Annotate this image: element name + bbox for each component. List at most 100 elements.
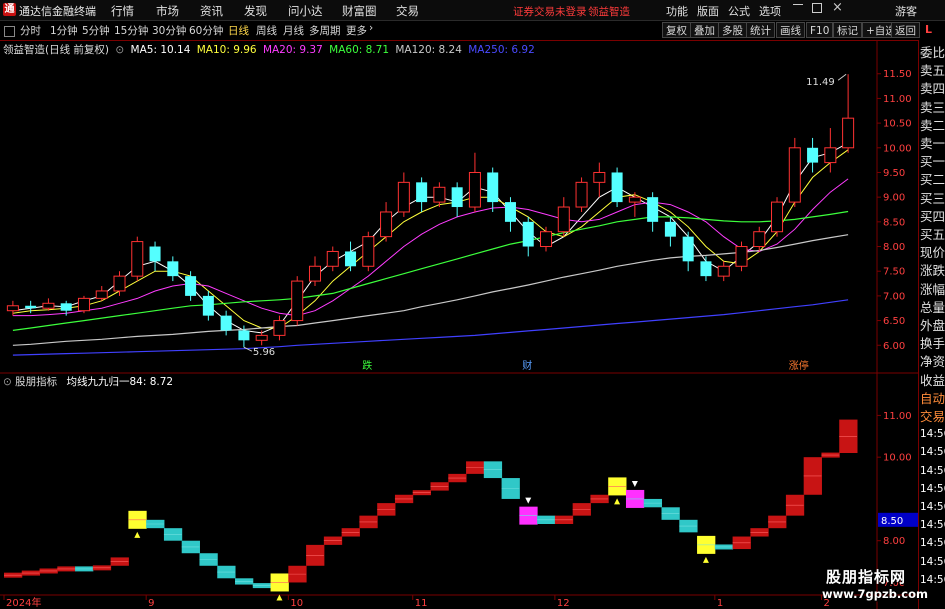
candle-body-5 bbox=[95, 290, 108, 299]
date-tick-label-5: 1 bbox=[717, 598, 723, 609]
candle-body-43 bbox=[771, 201, 784, 233]
period-1min[interactable]: 1分钟 bbox=[50, 23, 78, 38]
menu-trade[interactable]: 交易 bbox=[396, 3, 419, 19]
chart-toolbar: 分时 1分钟 5分钟 15分钟 30分钟 60分钟 日线 周线 月线 多周期 更… bbox=[0, 21, 945, 41]
menu-layout[interactable]: 版面 bbox=[697, 3, 719, 19]
menu-discover[interactable]: 发现 bbox=[244, 3, 267, 19]
statistics-button[interactable]: 统计 bbox=[746, 22, 775, 38]
side-panel-item-2[interactable]: 卖四 bbox=[920, 80, 945, 97]
app-name: 通达信金融终端 bbox=[19, 5, 96, 18]
candle-body-11 bbox=[202, 295, 214, 316]
overlay-button[interactable]: 叠加 bbox=[690, 22, 719, 38]
candle-body-46 bbox=[824, 147, 837, 164]
stock-period-label[interactable]: 领益智造(日线 前复权) bbox=[3, 44, 109, 56]
period-15min[interactable]: 15分钟 bbox=[114, 23, 148, 38]
side-panel-item-24[interactable]: 14:56 bbox=[920, 481, 945, 498]
candle-body-25 bbox=[451, 187, 463, 208]
side-panel-item-25[interactable]: 14:56 bbox=[920, 499, 945, 516]
trade-login-status[interactable]: 证券交易未登录 bbox=[513, 4, 587, 19]
candle-body-38 bbox=[682, 236, 694, 262]
event-marker-1: 跌 bbox=[362, 359, 372, 372]
side-panel-item-10[interactable]: 买五 bbox=[920, 226, 945, 243]
watermark-url: www.7gpzb.com bbox=[822, 587, 928, 601]
period-more[interactable]: 更多 bbox=[346, 23, 367, 38]
menu-options[interactable]: 选项 bbox=[759, 3, 781, 19]
period-multi[interactable]: 多周期 bbox=[309, 23, 341, 38]
menu-market[interactable]: 市场 bbox=[156, 3, 179, 19]
side-panel-item-3[interactable]: 卖三 bbox=[920, 99, 945, 116]
indicator-name[interactable]: 股朋指标 bbox=[15, 376, 57, 388]
candle-body-13 bbox=[238, 330, 250, 341]
candle-body-8 bbox=[149, 246, 161, 262]
multi-stock-button[interactable]: 多股 bbox=[718, 22, 747, 38]
period-daily[interactable]: 日线 bbox=[228, 23, 249, 38]
period-monthly[interactable]: 月线 bbox=[283, 23, 304, 38]
candle-body-33 bbox=[593, 171, 606, 183]
draw-button[interactable]: 画线 bbox=[776, 22, 805, 38]
candle-body-12 bbox=[220, 315, 232, 331]
mark-button[interactable]: 标记 bbox=[833, 22, 862, 38]
price-tick-label-9: 10.50 bbox=[883, 119, 912, 130]
side-panel-item-8[interactable]: 买三 bbox=[920, 190, 945, 207]
side-panel-item-17[interactable]: 净资 bbox=[920, 353, 945, 370]
period-weekly[interactable]: 周线 bbox=[256, 23, 277, 38]
side-panel-item-5[interactable]: 卖一 bbox=[920, 135, 945, 152]
chevron-right-icon[interactable]: › bbox=[369, 22, 373, 34]
side-panel-item-19[interactable]: 自动 bbox=[920, 390, 945, 407]
menu-wealth[interactable]: 财富圈 bbox=[342, 3, 377, 19]
side-panel-item-4[interactable]: 卖二 bbox=[920, 117, 945, 134]
side-panel-item-0[interactable]: 委比 bbox=[920, 44, 945, 61]
current-value-tag-label: 8.50 bbox=[881, 516, 903, 527]
period-5min[interactable]: 5分钟 bbox=[82, 23, 110, 38]
side-panel-item-22[interactable]: 14:56 bbox=[920, 444, 945, 461]
high-pointer bbox=[837, 73, 847, 81]
indicator-legend: ⊙ 股朋指标 均线九九归一84: 8.72 bbox=[3, 374, 173, 389]
side-panel-item-13[interactable]: 涨幅 bbox=[920, 281, 945, 298]
candle-body-41 bbox=[735, 246, 748, 267]
candle-body-39 bbox=[700, 261, 712, 277]
side-panel-item-23[interactable]: 14:56 bbox=[920, 463, 945, 480]
side-panel-item-18[interactable]: 收益 bbox=[920, 372, 945, 389]
candle-body-31 bbox=[557, 206, 570, 233]
side-panel-item-1[interactable]: 卖五 bbox=[920, 62, 945, 79]
menu-news[interactable]: 资讯 bbox=[200, 3, 223, 19]
minimize-icon[interactable] bbox=[793, 4, 803, 5]
side-panel-item-14[interactable]: 总量 bbox=[920, 299, 945, 316]
side-panel-item-6[interactable]: 买一 bbox=[920, 153, 945, 170]
period-30min[interactable]: 30分钟 bbox=[152, 23, 186, 38]
back-button[interactable]: 返回 bbox=[891, 22, 920, 38]
maximize-icon[interactable] bbox=[812, 3, 822, 13]
event-marker-3: 涨停 bbox=[789, 359, 809, 372]
side-panel-item-26[interactable]: 14:56 bbox=[920, 517, 945, 534]
menu-formula[interactable]: 公式 bbox=[728, 3, 750, 19]
adjust-button[interactable]: 复权 bbox=[662, 22, 691, 38]
period-60min[interactable]: 60分钟 bbox=[189, 23, 223, 38]
close-icon[interactable]: × bbox=[832, 0, 843, 15]
settings-icon[interactable]: ⊙ bbox=[3, 376, 12, 388]
period-tick[interactable]: 分时 bbox=[20, 23, 41, 38]
settings-icon[interactable]: ⊙ bbox=[115, 44, 124, 56]
candle-body-37 bbox=[664, 221, 676, 237]
date-tick-label-3: 11 bbox=[415, 598, 428, 609]
side-panel-item-20[interactable]: 交易 bbox=[920, 408, 945, 425]
candle-body-0 bbox=[6, 305, 19, 312]
side-panel-item-9[interactable]: 买四 bbox=[920, 208, 945, 225]
quote-side-panel: 委比 卖五 卖四卖三 卖二 卖一 买一 买二买三 买四 买五 现价 涨跌涨幅 总量 外盘 换手 净资收益 自动… bbox=[918, 40, 945, 609]
menu-function[interactable]: 功能 bbox=[666, 3, 688, 19]
layout-icon[interactable] bbox=[4, 26, 15, 37]
f10-button[interactable]: F10 bbox=[806, 22, 834, 38]
annotation-layer: 11.49 5.96 跌 财 涨停 bbox=[243, 73, 847, 372]
side-panel-item-21[interactable]: 14:56 bbox=[920, 426, 945, 443]
side-panel-item-15[interactable]: 外盘 bbox=[920, 317, 945, 334]
chart-area[interactable]: 6.00 6.50 7.00 7.50 8.00 8.50 9.00 9.50 10.00 10.… bbox=[0, 40, 918, 609]
candle-body-32 bbox=[575, 181, 588, 208]
side-panel-item-11[interactable]: 现价 bbox=[920, 244, 945, 261]
side-panel-item-7[interactable]: 买二 bbox=[920, 171, 945, 188]
side-panel-item-16[interactable]: 换手 bbox=[920, 335, 945, 352]
menu-quotes[interactable]: 行情 bbox=[111, 3, 134, 19]
side-panel-item-12[interactable]: 涨跌 bbox=[920, 262, 945, 279]
candle-body-26 bbox=[468, 171, 481, 208]
side-panel-item-27[interactable]: 14:56 bbox=[920, 535, 945, 552]
menu-ask[interactable]: 问小达 bbox=[288, 3, 323, 19]
guest-user[interactable]: 游客 bbox=[895, 3, 917, 19]
